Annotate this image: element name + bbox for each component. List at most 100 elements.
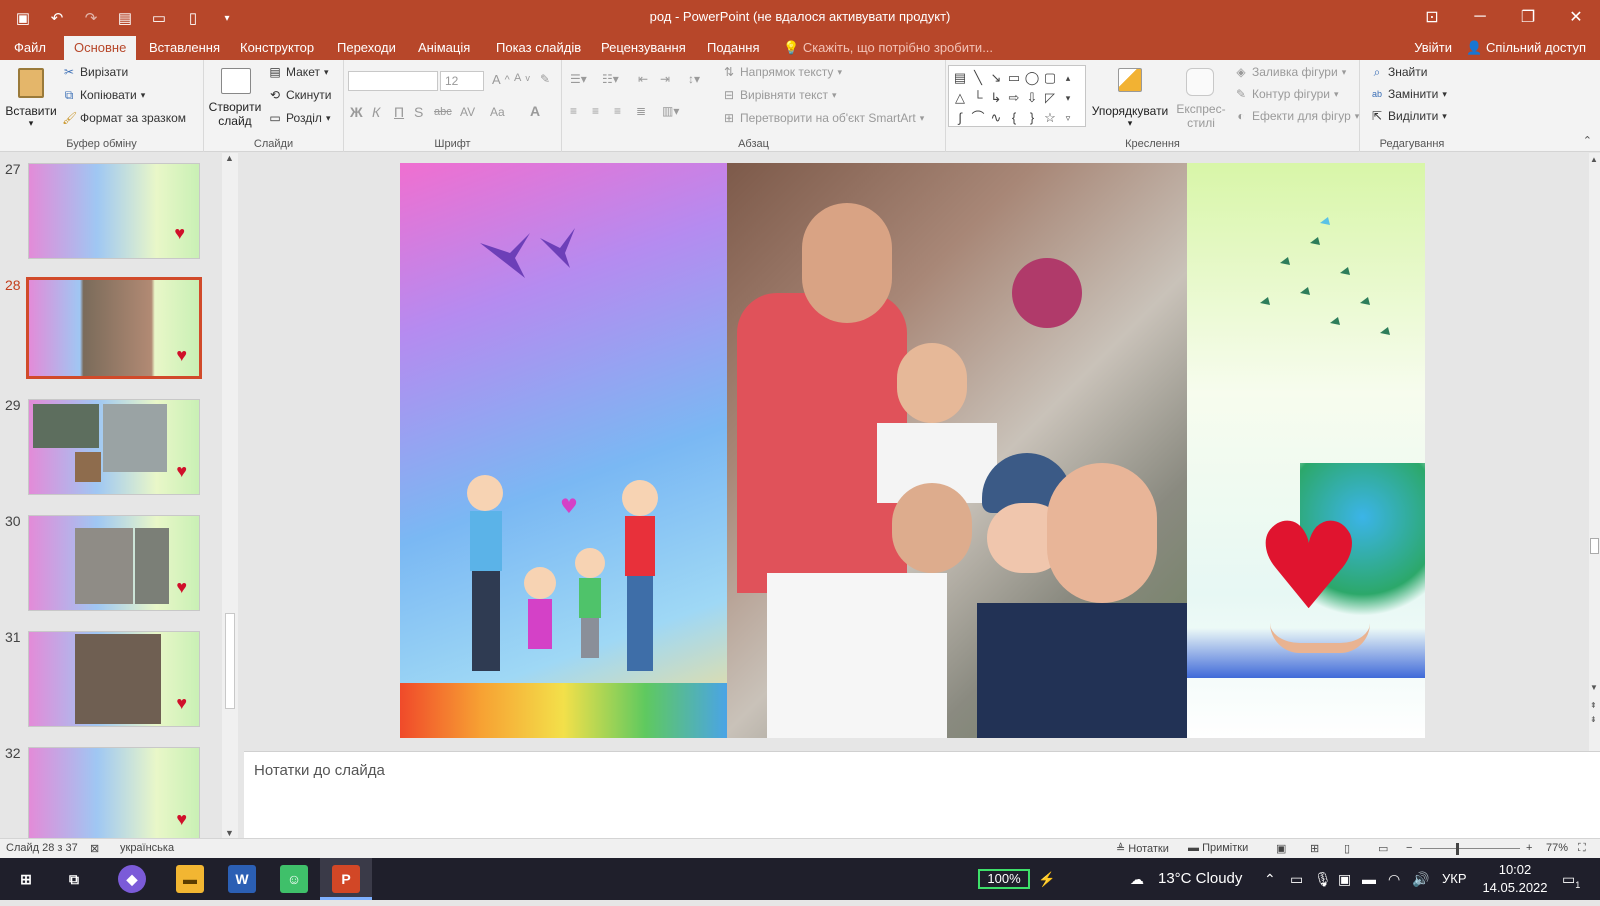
shape-fill-button[interactable]: ◈ Заливка фігури ▾: [1234, 65, 1346, 79]
text-direction-button[interactable]: ⇅ Напрямок тексту ▾: [722, 65, 842, 79]
wifi-icon[interactable]: ◠: [1388, 858, 1400, 900]
notifications-icon[interactable]: ▭1: [1562, 858, 1580, 900]
slide-thumbnail[interactable]: ♥: [28, 747, 200, 843]
next-slide-icon[interactable]: ⇟: [1590, 715, 1597, 724]
callout-shape-icon[interactable]: ◸: [1041, 88, 1059, 108]
numbering-icon[interactable]: ☷▾: [602, 72, 619, 86]
bold-button[interactable]: Ж: [350, 104, 363, 120]
clock[interactable]: 10:02 14.05.2022: [1480, 861, 1550, 897]
arrange-button[interactable]: Упорядкувати ▾: [1088, 64, 1172, 134]
sign-in-link[interactable]: Увійти: [1414, 36, 1452, 60]
input-language[interactable]: УКР: [1442, 858, 1467, 900]
notes-toggle[interactable]: ≜ Нотатки: [1116, 842, 1169, 855]
assistant-app-icon[interactable]: ◆: [118, 865, 146, 893]
curve-shape-icon[interactable]: ∿: [987, 108, 1005, 128]
microphone-icon[interactable]: 🎙: [1314, 858, 1332, 900]
change-case-button[interactable]: Aa: [490, 105, 505, 119]
zoom-level[interactable]: 77%: [1546, 842, 1568, 854]
line-spacing-icon[interactable]: ↕▾: [688, 72, 700, 86]
italic-button[interactable]: К: [372, 104, 380, 120]
volume-icon[interactable]: 🔊: [1412, 858, 1429, 900]
windows-start-icon[interactable]: ⊞: [12, 865, 40, 893]
shrink-font-icon[interactable]: Av: [514, 72, 530, 84]
brace-right-shape-icon[interactable]: }: [1023, 108, 1041, 128]
shapes-gallery[interactable]: ▤ ╲ ↘ ▭ ◯ ▢ ▴ △ └ ↳ ⇨ ⇩ ◸ ▾ ∫ ⌒ ∿{} ☆ ▿: [948, 65, 1086, 127]
gallery-up-icon[interactable]: ▴: [1059, 68, 1077, 88]
line-shape-icon[interactable]: ╲: [969, 68, 987, 88]
paste-button[interactable]: Вставити ▾: [4, 64, 58, 132]
align-center-icon[interactable]: ≡: [592, 104, 599, 118]
tab-design[interactable]: Конструктор: [230, 36, 324, 60]
scroll-down-icon[interactable]: ▼: [225, 828, 234, 838]
language-indicator[interactable]: українська: [120, 842, 174, 854]
section-button[interactable]: ▭ Розділ ▾: [268, 111, 330, 125]
tab-file[interactable]: Файл: [4, 36, 56, 60]
tab-transitions[interactable]: Переходи: [327, 36, 406, 60]
powerpoint-app-tab[interactable]: P: [320, 858, 372, 900]
fit-to-window-icon[interactable]: ⛶: [1578, 842, 1586, 855]
comments-toggle[interactable]: ▬ Примітки: [1188, 842, 1248, 854]
zoom-in-icon[interactable]: +: [1526, 842, 1532, 854]
display-icon[interactable]: ▭: [1290, 858, 1303, 900]
slide-thumbnail[interactable]: ♥: [28, 515, 200, 611]
tab-animations[interactable]: Анімація: [408, 36, 480, 60]
green-app-icon[interactable]: ☺: [280, 865, 308, 893]
font-name-field[interactable]: [348, 71, 438, 91]
close-icon[interactable]: ✕: [1552, 0, 1600, 34]
clear-formatting-icon[interactable]: ✎: [540, 72, 550, 86]
zoom-slider-thumb[interactable]: [1456, 843, 1459, 855]
scroll-up-icon[interactable]: ▲: [1590, 155, 1598, 164]
align-text-button[interactable]: ⊟ Вирівняти текст ▾: [722, 88, 837, 102]
down-arrow-shape-icon[interactable]: ⇩: [1023, 88, 1041, 108]
layout-button[interactable]: ▤ Макет ▾: [268, 65, 328, 79]
reading-view-icon[interactable]: ▯: [1344, 842, 1350, 855]
shape-outline-button[interactable]: ✎ Контур фігури ▾: [1234, 87, 1339, 101]
bullets-icon[interactable]: ☰▾: [570, 72, 587, 86]
elbow-arrow-shape-icon[interactable]: ↳: [987, 88, 1005, 108]
increase-indent-icon[interactable]: ⇥: [660, 72, 670, 86]
strikethrough-button[interactable]: abc: [434, 106, 452, 118]
tab-review[interactable]: Рецензування: [591, 36, 696, 60]
scroll-down-icon[interactable]: ▼: [1590, 683, 1598, 692]
previous-slide-icon[interactable]: ⇞: [1590, 701, 1597, 710]
normal-view-icon[interactable]: ▣: [1276, 842, 1286, 855]
shape-effects-button[interactable]: ◐ Ефекти для фігур ▾: [1234, 109, 1359, 123]
char-spacing-button[interactable]: AV: [460, 105, 475, 119]
select-button[interactable]: ⇱ Виділити ▾: [1370, 109, 1447, 123]
arrow-line-shape-icon[interactable]: ↘: [987, 68, 1005, 88]
smartart-button[interactable]: ⊞ Перетворити на об'єкт SmartArt ▾: [722, 111, 924, 125]
battery-indicator[interactable]: 100%: [978, 869, 1030, 889]
gallery-down-icon[interactable]: ▾: [1059, 88, 1077, 108]
tab-slideshow[interactable]: Показ слайдів: [486, 36, 591, 60]
tab-view[interactable]: Подання: [697, 36, 770, 60]
scroll-thumb[interactable]: [1590, 538, 1599, 554]
show-hidden-icons[interactable]: ⌃: [1264, 858, 1276, 900]
freeform-shape-icon[interactable]: ∫: [951, 108, 969, 128]
format-painter-button[interactable]: 🖌 Формат за зразком: [62, 111, 186, 125]
elbow-connector-shape-icon[interactable]: └: [969, 88, 987, 108]
align-left-icon[interactable]: ≡: [570, 104, 577, 118]
textbox-shape-icon[interactable]: ▤: [951, 68, 969, 88]
thumbnail-scrollbar[interactable]: ▲ ▼: [222, 153, 238, 838]
find-button[interactable]: ⌕ Знайти: [1370, 65, 1428, 79]
spellcheck-icon[interactable]: ⊠: [90, 842, 99, 855]
slide-thumbnail[interactable]: ♥: [28, 163, 200, 259]
weather-text[interactable]: 13°C Cloudy: [1158, 858, 1242, 900]
cut-button[interactable]: ✂ Вирізати: [62, 65, 128, 79]
task-view-icon[interactable]: ⧉: [60, 865, 88, 893]
notes-pane[interactable]: Нотатки до слайда: [244, 751, 1600, 838]
brace-left-shape-icon[interactable]: {: [1005, 108, 1023, 128]
grow-font-icon[interactable]: A ^: [492, 72, 510, 87]
zoom-out-icon[interactable]: −: [1406, 842, 1412, 854]
rectangle-shape-icon[interactable]: ▭: [1005, 68, 1023, 88]
scroll-thumb[interactable]: [225, 613, 235, 709]
tab-home[interactable]: Основне: [64, 36, 136, 60]
copy-button[interactable]: ⧉ Копіювати ▾: [62, 88, 146, 102]
star-shape-icon[interactable]: ☆: [1041, 108, 1059, 128]
new-slide-button[interactable]: Створити слайд: [206, 64, 264, 136]
battery-icon[interactable]: ▬: [1362, 858, 1376, 900]
tab-insert[interactable]: Вставлення: [139, 36, 230, 60]
right-arrow-shape-icon[interactable]: ⇨: [1005, 88, 1023, 108]
slide-thumbnail[interactable]: ♥: [28, 399, 200, 495]
security-icon[interactable]: ▣: [1338, 858, 1351, 900]
